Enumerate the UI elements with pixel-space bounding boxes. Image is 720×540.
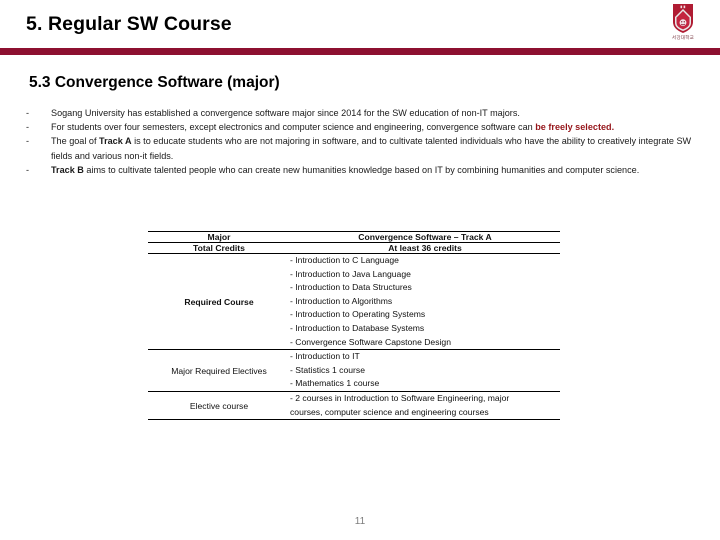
curriculum-table-body: Major Convergence Software – Track A Total… (148, 231, 560, 421)
course-list-item: - Introduction to C Language (290, 255, 399, 265)
slide-header: 5. Regular SW Course 서강대학교 (0, 0, 720, 55)
table-row-value-list: - Introduction to C Language - Introducti… (290, 253, 560, 351)
bullet-text-part: aims to cultivate talented people who ca… (83, 164, 640, 175)
bullet-marker: - (26, 164, 30, 175)
bullet-text: The goal of Track A is to educate studen… (51, 134, 696, 162)
bullet-text: Track B aims to cultivate talented peopl… (51, 163, 696, 177)
bullet-text-part: Track B (51, 164, 84, 175)
table-row-label: Major Required Electives (148, 349, 290, 392)
course-list-item: - Introduction to Data Structures (290, 282, 412, 293)
table-header-row: Major Convergence Software – Track A (148, 231, 560, 243)
section-heading: 5.3 Convergence Software (major) (29, 74, 280, 91)
bullet-item: - For students over four semesters, excep… (26, 120, 696, 134)
table-row-label: Elective course (148, 391, 290, 421)
table-header-label: Major (148, 231, 290, 243)
course-list-item: - Introduction to IT (290, 351, 360, 362)
bullet-text-part: Sogang University has established a conv… (51, 108, 520, 118)
table-header-value: Convergence Software – Track A (290, 231, 560, 243)
table-row-value-list: - Introduction to IT - Statistics 1 cours… (290, 349, 560, 392)
bullet-text: Sogang University has established a conv… (51, 106, 696, 120)
table-row: Elective course - 2 courses in Introducti… (148, 391, 560, 421)
sogang-university-emblem-icon (673, 4, 693, 33)
table-row: Required Course - Introduction to C Langu… (148, 253, 560, 351)
course-paragraph: - 2 courses in Introduction to Software … (290, 392, 510, 417)
course-list-item: - Statistics 1 course (290, 364, 365, 375)
table-row-label: Total Credits (148, 242, 290, 254)
header-accent-rule (0, 48, 720, 55)
table-row: Major Required Electives - Introduction t… (148, 349, 560, 392)
page-number: 11 (354, 516, 366, 527)
curriculum-table: Major Convergence Software – Track A Total… (148, 231, 560, 421)
page-title: 5. Regular SW Course (26, 13, 232, 35)
bullet-marker: - (26, 122, 30, 133)
bullet-text-part: The goal of (51, 136, 100, 147)
table-row-label: Required Course (148, 253, 290, 351)
bullet-marker: - (26, 108, 30, 118)
bullet-text-part: is to educate students who are not major… (51, 136, 692, 161)
table-row-value: At least 36 credits (290, 242, 560, 254)
bullet-text-part: be freely selected. (535, 122, 615, 133)
bullet-text-part: For students over four semesters, except… (51, 122, 536, 133)
table-row: Total Credits At least 36 credits (148, 242, 560, 254)
bullet-text-part: Track A (99, 136, 132, 147)
university-logo: 서강대학교 (660, 3, 706, 47)
bullet-item: - Track B aims to cultivate talented peop… (26, 163, 696, 177)
table-row-value-paragraph: - 2 courses in Introduction to Software … (290, 391, 560, 421)
course-list-item: - Introduction to Database Systems (290, 322, 425, 333)
bullet-item: - The goal of Track A is to educate stude… (26, 134, 696, 162)
course-list-item: - Introduction to Java Language (290, 268, 411, 279)
course-list-item: - Introduction to Operating Systems (290, 309, 426, 320)
bullet-text: For students over four semesters, except… (51, 120, 696, 134)
course-list-item: - Mathematics 1 course (290, 378, 380, 389)
bullet-marker: - (26, 136, 30, 147)
bullet-list: - Sogang University has established a con… (26, 106, 696, 177)
course-list-item: - Convergence Software Capstone Design (290, 336, 451, 347)
bullet-item: - Sogang University has established a con… (26, 106, 696, 120)
course-list-item: - Introduction to Algorithms (290, 295, 393, 306)
university-logo-caption: 서강대학교 (671, 35, 695, 40)
